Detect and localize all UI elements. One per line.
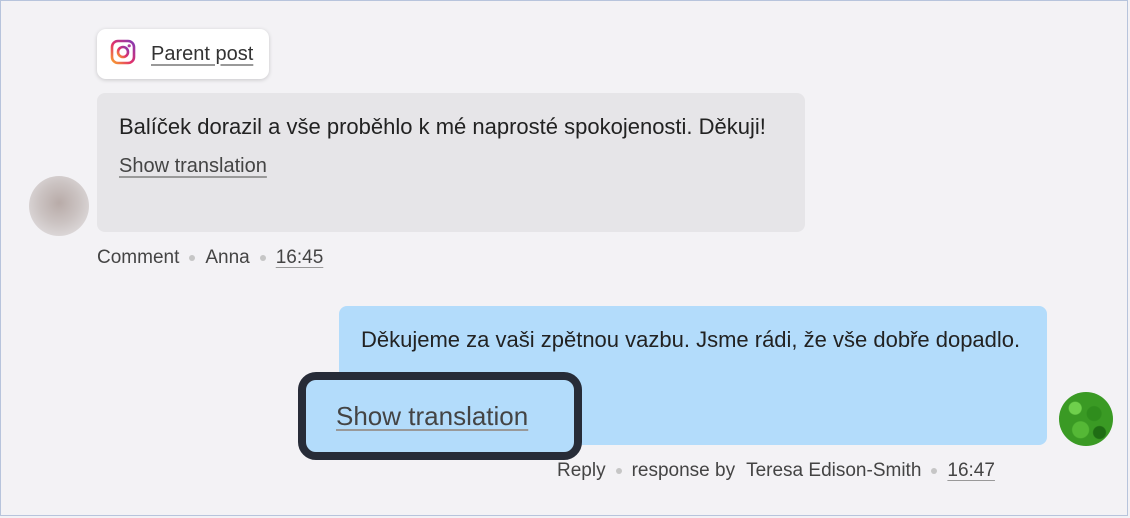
reply-type-label: Reply xyxy=(557,460,606,481)
instagram-icon xyxy=(110,39,136,70)
incoming-meta: Comment Anna 16:45 xyxy=(97,247,323,269)
parent-post-label: Parent post xyxy=(151,42,254,65)
comment-author: Anna xyxy=(205,247,250,268)
separator-dot xyxy=(615,468,622,474)
highlighted-show-translation-box: Show translation xyxy=(298,372,582,460)
reply-author: Teresa Edison-Smith xyxy=(746,460,922,481)
outgoing-message-text: Děkujeme za vaši zpětnou vazbu. Jsme rád… xyxy=(361,327,1021,352)
separator-dot xyxy=(189,255,196,261)
comment-type-label: Comment xyxy=(97,247,180,268)
avatar-anna xyxy=(29,176,89,236)
avatar-teresa xyxy=(1059,392,1113,446)
outgoing-meta: Reply response by Teresa Edison-Smith 16… xyxy=(557,460,995,482)
comment-time-link[interactable]: 16:45 xyxy=(276,247,324,269)
conversation-thread: Parent post Balíček dorazil a vše proběh… xyxy=(0,0,1128,516)
response-by-label: response by xyxy=(631,460,736,481)
separator-dot xyxy=(259,255,266,261)
separator-dot xyxy=(931,468,938,474)
outgoing-show-translation-link[interactable]: Show translation xyxy=(336,401,528,432)
reply-time-link[interactable]: 16:47 xyxy=(947,460,995,482)
incoming-comment-bubble: Balíček dorazil a vše proběhlo k mé napr… xyxy=(97,93,805,232)
parent-post-button[interactable]: Parent post xyxy=(97,29,269,79)
incoming-show-translation-link[interactable]: Show translation xyxy=(119,155,267,178)
incoming-message-text: Balíček dorazil a vše proběhlo k mé napr… xyxy=(119,114,766,139)
